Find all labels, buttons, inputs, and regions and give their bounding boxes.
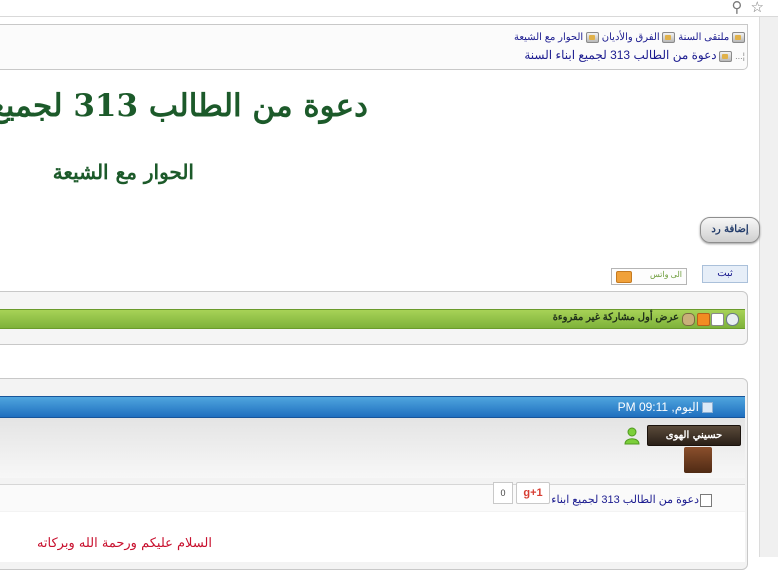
thread-tools-bar: عرض أول مشاركة غير مقروءة (0, 309, 745, 329)
folder-icon (662, 32, 676, 43)
add-reply-button[interactable]: إضافة رد (700, 217, 760, 243)
first-unread-link[interactable]: عرض أول مشاركة غير مقروءة (553, 312, 679, 323)
breadcrumb-item-shia-dialogue[interactable]: الحوار مع الشيعة (514, 32, 583, 43)
breadcrumb-panel (0, 24, 748, 70)
post-greeting: السلام عليكم ورحمة الله وبركاته (36, 536, 212, 551)
online-status-icon (624, 427, 640, 445)
share-icon (616, 271, 632, 283)
search-icon[interactable] (726, 313, 739, 326)
pin-button[interactable]: ثبت (702, 265, 748, 283)
breadcrumb-item-sects[interactable]: الفرق والأديان (602, 32, 660, 43)
whatsapp-share-button[interactable]: الى واتس (611, 268, 687, 285)
folder-icon (719, 50, 733, 62)
tools-icon[interactable] (682, 313, 695, 326)
post-title-row: دعوة من الطالب 313 لجميع ابناء السنة (0, 484, 745, 511)
post-date: اليوم, 09:11 PM (617, 400, 699, 414)
page-icon[interactable] (711, 313, 724, 326)
star-icon[interactable]: ☆ (751, 0, 772, 16)
browser-icons[interactable]: ⚲☆ (732, 0, 772, 16)
post-icon (702, 402, 713, 413)
post-header-bar: اليوم, 09:11 PM (0, 396, 745, 418)
username-badge[interactable]: حسيني الهوى (647, 425, 741, 446)
breadcrumb-current-thread[interactable]: دعوة من الطالب 313 لجميع ابناء السنة (524, 48, 716, 62)
vertical-scrollbar[interactable] (759, 17, 778, 557)
forum-name[interactable]: الحوار مع الشيعة (53, 160, 194, 184)
search-icon[interactable]: ⚲ (732, 0, 751, 16)
share-label: الى واتس (649, 270, 682, 279)
breadcrumb-item-sunnah[interactable]: ملتقى السنة (678, 32, 729, 43)
browser-toolbar: ⚲☆ (0, 0, 778, 17)
gplus-button[interactable]: g+1 (516, 482, 550, 504)
avatar[interactable] (684, 447, 712, 473)
tree-connector: ¦... (735, 51, 745, 61)
thread-title: دعوة من الطالب 313 لجميع (0, 88, 368, 124)
rss-icon[interactable] (697, 313, 710, 326)
folder-icon (732, 32, 745, 43)
breadcrumb-current: ¦... دعوة من الطالب 313 لجميع ابناء السن… (524, 48, 745, 62)
folder-icon (586, 32, 599, 43)
page-icon (700, 494, 712, 507)
gplus-count: 0 (493, 482, 513, 504)
breadcrumb: ملتقى السنة الفرق والأديان الحوار مع الش… (514, 32, 745, 43)
